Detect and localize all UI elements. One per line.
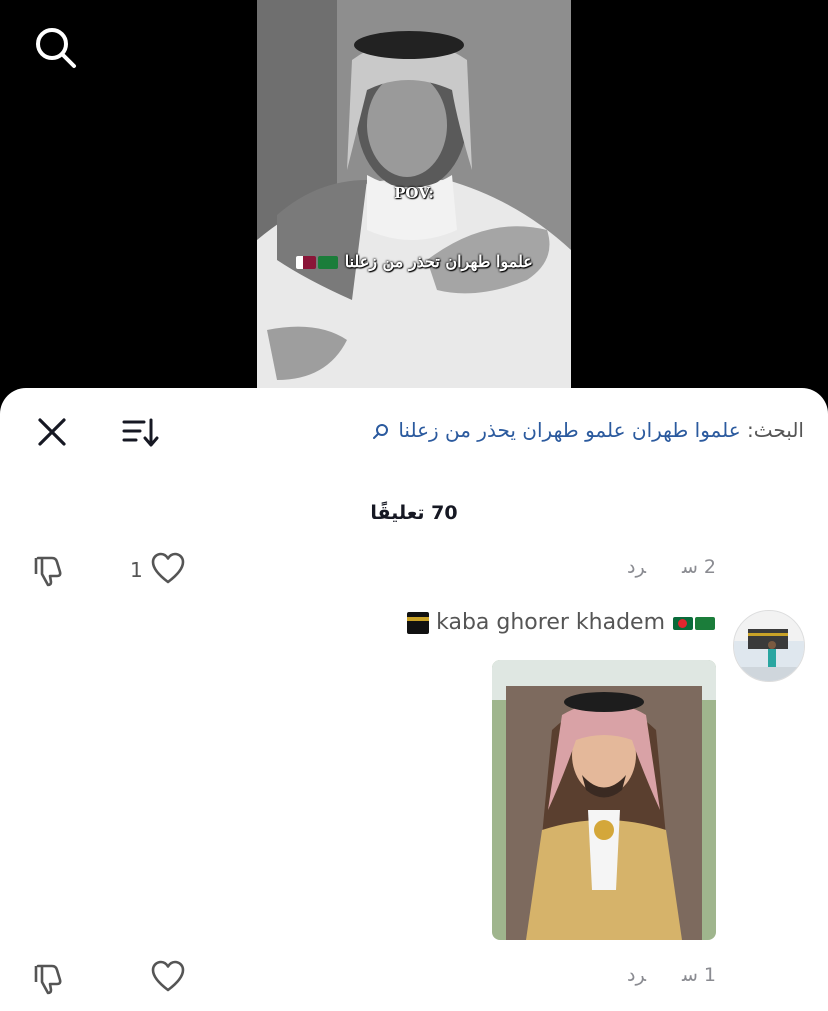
- video-frame[interactable]: POV: علموا طهران تحذر من زعلنا: [257, 0, 571, 400]
- saudi-flag-icon: [318, 256, 339, 269]
- qatar-flag-icon: [296, 256, 317, 269]
- search-query-text[interactable]: علموا طهران علمو طهران يحذر من زعلنا: [398, 418, 740, 442]
- username[interactable]: kaba ghorer khadem: [407, 610, 716, 635]
- heart-icon[interactable]: [150, 960, 186, 994]
- close-icon[interactable]: [34, 414, 70, 450]
- like-count: 1: [130, 558, 143, 582]
- saudi-flag-icon: [695, 616, 715, 630]
- search-mini-icon: [372, 423, 388, 439]
- username-text: kaba ghorer khadem: [436, 610, 665, 635]
- video-player[interactable]: POV: علموا طهران تحذر من زعلنا: [0, 0, 828, 420]
- comments-sheet: البحث: علموا طهران علمو طهران يحذر من زع…: [0, 388, 828, 1011]
- kaaba-emoji-icon: [407, 612, 430, 634]
- search-prefix-label: البحث:: [747, 418, 804, 442]
- dislike-icon[interactable]: [30, 552, 66, 588]
- comment-meta: 1 س رد: [627, 964, 716, 986]
- video-caption: علموا طهران تحذر من زعلنا: [257, 252, 571, 271]
- dislike-icon[interactable]: [30, 960, 66, 996]
- comment-time: 1 س: [681, 964, 716, 986]
- avatar[interactable]: [733, 610, 805, 682]
- bangladesh-flag-icon: [673, 616, 693, 630]
- avatar-image: [734, 611, 804, 681]
- related-search-link[interactable]: البحث: علموا طهران علمو طهران يحذر من زع…: [372, 418, 804, 442]
- comment-image-illustration: [492, 660, 716, 940]
- sort-icon[interactable]: [120, 414, 160, 450]
- reply-button[interactable]: رد: [627, 964, 646, 986]
- comment-count: 70 تعليقًا: [370, 502, 458, 524]
- video-caption-text: علموا طهران تحذر من زعلنا: [344, 252, 533, 271]
- comment-image[interactable]: [492, 660, 716, 940]
- search-icon[interactable]: [32, 24, 80, 72]
- comment-meta: 2 س رد: [627, 556, 716, 578]
- comment-time: 2 س: [681, 556, 716, 578]
- video-pov-text: POV:: [394, 184, 434, 202]
- heart-icon[interactable]: [150, 552, 186, 586]
- reply-button[interactable]: رد: [627, 556, 646, 578]
